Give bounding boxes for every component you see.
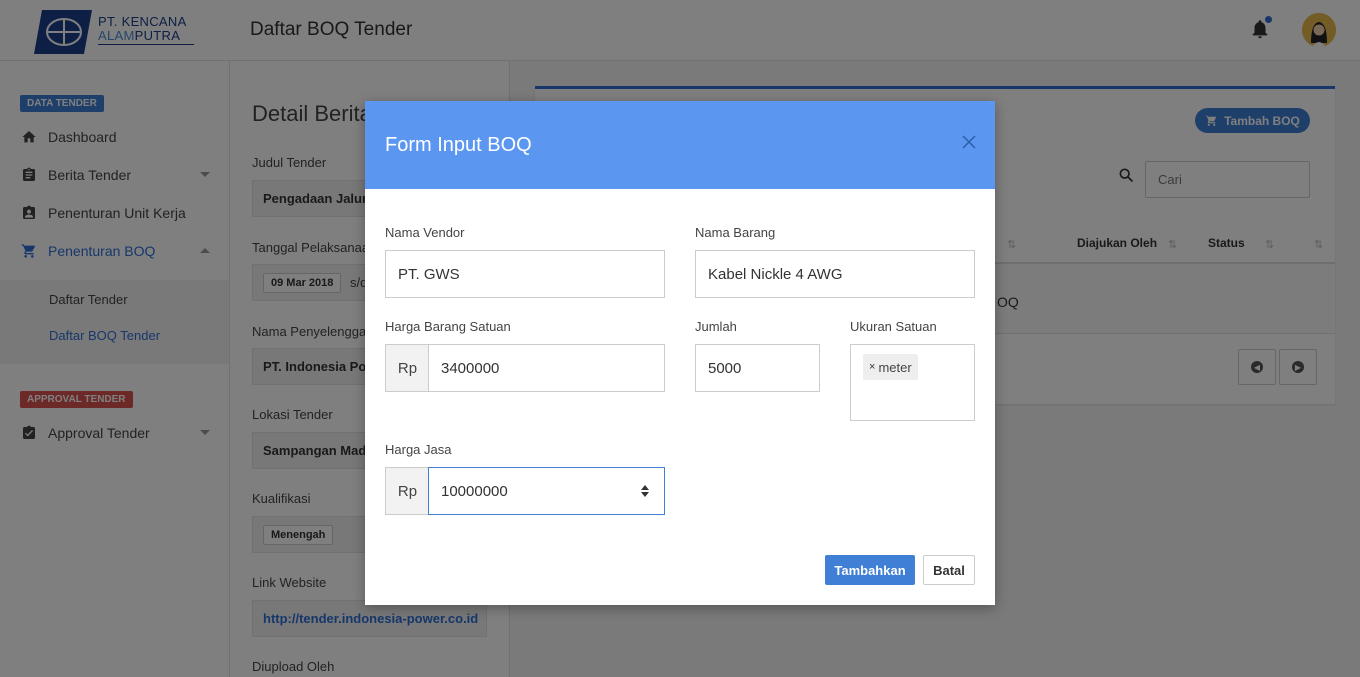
form-input-boq-modal: Form Input BOQ Nama Vendor PT. GWS Nama … <box>365 101 995 605</box>
unit-tag: × meter <box>863 354 918 380</box>
harga-jasa-label: Harga Jasa <box>385 442 452 457</box>
harga-jasa-input[interactable]: 10000000 <box>428 467 665 515</box>
jumlah-label: Jumlah <box>695 319 737 334</box>
ukuran-satuan-select[interactable]: × meter <box>850 344 975 421</box>
batal-button[interactable]: Batal <box>923 555 975 585</box>
remove-tag-icon[interactable]: × <box>869 361 875 373</box>
nama-barang-input[interactable]: Kabel Nickle 4 AWG <box>695 250 975 298</box>
modal-title: Form Input BOQ <box>385 134 532 156</box>
tambahkan-button[interactable]: Tambahkan <box>825 555 915 585</box>
harga-satuan-label: Harga Barang Satuan <box>385 319 511 334</box>
close-icon[interactable] <box>961 134 977 150</box>
currency-prefix: Rp <box>385 344 429 392</box>
modal-header: Form Input BOQ <box>365 101 995 189</box>
nama-vendor-label: Nama Vendor <box>385 225 465 240</box>
jumlah-input[interactable]: 5000 <box>695 344 820 392</box>
ukuran-satuan-label: Ukuran Satuan <box>850 319 937 334</box>
unit-tag-label: meter <box>878 359 912 375</box>
number-spinner-icon[interactable] <box>640 483 650 499</box>
nama-barang-label: Nama Barang <box>695 225 776 240</box>
currency-prefix: Rp <box>385 467 429 515</box>
harga-satuan-input[interactable]: 3400000 <box>428 344 665 392</box>
harga-jasa-value: 10000000 <box>441 482 508 500</box>
nama-vendor-input[interactable]: PT. GWS <box>385 250 665 298</box>
